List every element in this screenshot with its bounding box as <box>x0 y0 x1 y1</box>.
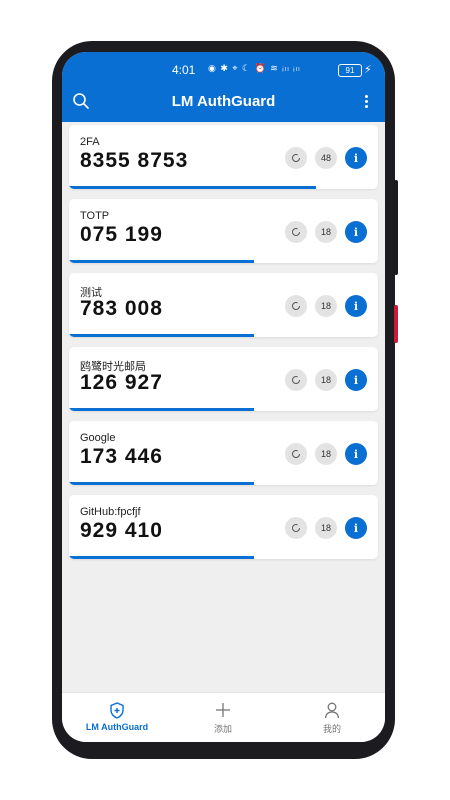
info-button[interactable]: i <box>345 221 367 243</box>
status-icons: ◉ ✱ ⌖ ☾ ⏰ ≋ ᵢₗₗ ᵢₗₗ <box>208 63 301 73</box>
app-bar: 4:01 ◉ ✱ ⌖ ☾ ⏰ ≋ ᵢₗₗ ᵢₗₗ 91 ⚡ LM AuthGua… <box>62 52 385 122</box>
account-card[interactable]: 鸥鹭时光邮局 126 927 18 i <box>69 347 378 411</box>
progress-bar <box>69 186 317 189</box>
more-vertical-icon <box>364 94 368 98</box>
progress-bar <box>69 408 255 411</box>
progress-bar <box>69 556 255 559</box>
progress-track <box>69 556 378 559</box>
account-card[interactable]: Google 173 446 18 i <box>69 421 378 485</box>
person-icon <box>324 702 340 719</box>
info-button[interactable]: i <box>345 517 367 539</box>
refresh-button[interactable] <box>285 147 307 169</box>
more-vertical-icon-dot <box>364 104 368 108</box>
otp-code[interactable]: 783 008 <box>80 297 163 321</box>
progress-track <box>69 482 378 485</box>
shield-plus-icon <box>110 702 124 719</box>
progress-bar <box>69 260 255 263</box>
otp-code[interactable]: 8355 8753 <box>80 149 188 173</box>
refresh-icon <box>292 524 300 532</box>
nav-label: 我的 <box>322 724 341 734</box>
countdown-badge: 18 <box>315 221 337 243</box>
info-button[interactable]: i <box>345 369 367 391</box>
phone-screen: 4:01 ◉ ✱ ⌖ ☾ ⏰ ≋ ᵢₗₗ ᵢₗₗ 91 ⚡ LM AuthGua… <box>62 52 385 742</box>
refresh-icon <box>292 450 300 458</box>
refresh-icon <box>292 376 300 384</box>
countdown-badge: 18 <box>315 443 337 465</box>
nav-label: 添加 <box>213 724 232 734</box>
account-name: TOTP <box>80 210 110 222</box>
refresh-button[interactable] <box>285 443 307 465</box>
countdown-badge: 18 <box>315 295 337 317</box>
power-button <box>394 305 398 343</box>
otp-code[interactable]: 126 927 <box>80 371 163 395</box>
refresh-icon <box>292 228 300 236</box>
otp-code[interactable]: 075 199 <box>80 223 163 247</box>
account-card[interactable]: GitHub:fpcfjf 929 410 18 i <box>69 495 378 559</box>
progress-bar <box>69 334 255 337</box>
account-name: GitHub:fpcfjf <box>80 506 141 518</box>
account-name: 2FA <box>80 136 100 148</box>
account-name: Google <box>80 432 116 444</box>
info-button[interactable]: i <box>345 295 367 317</box>
refresh-button[interactable] <box>285 369 307 391</box>
nav-item-add[interactable]: 添加 <box>183 693 263 742</box>
nav-item-me[interactable]: 我的 <box>292 693 372 742</box>
countdown-badge: 18 <box>315 369 337 391</box>
bottom-navigation: LM AuthGuard 添加 我的 <box>62 692 385 742</box>
side-button <box>394 180 398 275</box>
status-time: 4:01 <box>172 63 196 77</box>
refresh-icon <box>292 302 300 310</box>
countdown-badge: 18 <box>315 517 337 539</box>
refresh-icon <box>292 154 300 162</box>
status-bar: 4:01 ◉ ✱ ⌖ ☾ ⏰ ≋ ᵢₗₗ ᵢₗₗ 91 ⚡ <box>62 63 385 79</box>
progress-bar <box>69 482 255 485</box>
account-card[interactable]: 测试 783 008 18 i <box>69 273 378 337</box>
more-options-button[interactable] <box>358 92 374 110</box>
otp-code[interactable]: 929 410 <box>80 519 163 543</box>
progress-track <box>69 408 378 411</box>
plus-icon <box>216 703 230 717</box>
refresh-button[interactable] <box>285 295 307 317</box>
progress-track <box>69 260 378 263</box>
progress-track <box>69 334 378 337</box>
info-button[interactable]: i <box>345 443 367 465</box>
app-title: LM AuthGuard <box>171 93 276 110</box>
more-vertical-icon-dot <box>364 99 368 103</box>
countdown-badge: 48 <box>315 147 337 169</box>
nav-label: LM AuthGuard <box>85 722 149 732</box>
nav-item-home[interactable]: LM AuthGuard <box>72 693 162 742</box>
account-card[interactable]: 2FA 8355 8753 48 i <box>69 125 378 189</box>
account-card[interactable]: TOTP 075 199 18 i <box>69 199 378 263</box>
info-button[interactable]: i <box>345 147 367 169</box>
battery-icon: 91 <box>338 64 362 77</box>
charging-icon: ⚡ <box>364 64 372 76</box>
progress-track <box>69 186 378 189</box>
refresh-button[interactable] <box>285 517 307 539</box>
otp-code[interactable]: 173 446 <box>80 445 163 469</box>
refresh-button[interactable] <box>285 221 307 243</box>
